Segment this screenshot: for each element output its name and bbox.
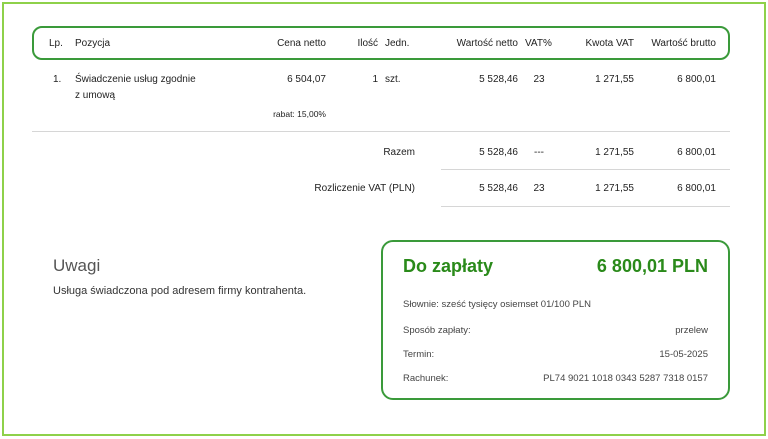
razem-wartosc-brutto: 6 800,01	[677, 147, 716, 158]
row-vat-pct: 23	[533, 74, 545, 85]
row-wartosc-brutto: 6 800,01	[677, 74, 716, 85]
razem-kwota-vat: 1 271,55	[595, 147, 634, 158]
razem-label: Razem	[383, 147, 415, 158]
razem-vat-pct: ---	[534, 147, 544, 158]
header-lp: Lp.	[49, 38, 63, 49]
header-cena-netto: Cena netto	[277, 38, 326, 49]
row-pozycja-line2: z umową	[75, 90, 116, 101]
header-kwota-vat: Kwota VAT	[585, 38, 634, 49]
row-wartosc-netto: 5 528,46	[479, 74, 518, 85]
header-wartosc-brutto: Wartość brutto	[651, 38, 716, 49]
rozliczenie-wartosc-brutto: 6 800,01	[677, 183, 716, 194]
header-vat-pct: VAT%	[525, 38, 552, 49]
razem-wartosc-netto: 5 528,46	[479, 147, 518, 158]
row-rabat: rabat: 15,00%	[273, 109, 326, 119]
payment-amount: 6 800,01 PLN	[596, 256, 708, 276]
payment-termin-label: Termin:	[403, 349, 435, 360]
payment-slownie: Słownie: sześć tysięcy osiemset 01/100 P…	[403, 299, 591, 310]
rozliczenie-wartosc-netto: 5 528,46	[479, 183, 518, 194]
uwagi-text: Usługa świadczona pod adresem firmy kont…	[53, 285, 307, 297]
payment-sposob-value: przelew	[675, 325, 708, 336]
header-wartosc-netto: Wartość netto	[456, 38, 518, 49]
row-kwota-vat: 1 271,55	[595, 74, 634, 85]
header-ilosc: Ilość	[357, 38, 378, 49]
rozliczenie-label: Rozliczenie VAT (PLN)	[314, 183, 415, 194]
row-pozycja-line1: Świadczenie usług zgodnie	[75, 74, 196, 85]
summary-divider	[441, 169, 730, 170]
payment-termin-value: 15-05-2025	[659, 349, 708, 360]
row-divider	[32, 131, 730, 132]
summary-bottom-divider	[441, 206, 730, 207]
payment-box: Do zapłaty 6 800,01 PLN Słownie: sześć t…	[381, 240, 730, 400]
row-lp: 1.	[53, 74, 62, 85]
payment-sposob-label: Sposób zapłaty:	[403, 325, 471, 336]
payment-rachunek-label: Rachunek:	[403, 373, 449, 384]
uwagi-title: Uwagi	[53, 256, 101, 275]
row-ilosc: 1	[372, 74, 378, 85]
payment-title: Do zapłaty	[403, 256, 494, 276]
row-cena-netto: 6 504,07	[287, 74, 326, 85]
rozliczenie-vat-pct: 23	[533, 183, 545, 194]
header-pozycja: Pozycja	[75, 38, 111, 49]
rozliczenie-kwota-vat: 1 271,55	[595, 183, 634, 194]
row-jedn: szt.	[385, 74, 401, 85]
header-jedn: Jedn.	[385, 38, 410, 49]
payment-rachunek-value: PL74 9021 1018 0343 5287 7318 0157	[543, 373, 708, 384]
